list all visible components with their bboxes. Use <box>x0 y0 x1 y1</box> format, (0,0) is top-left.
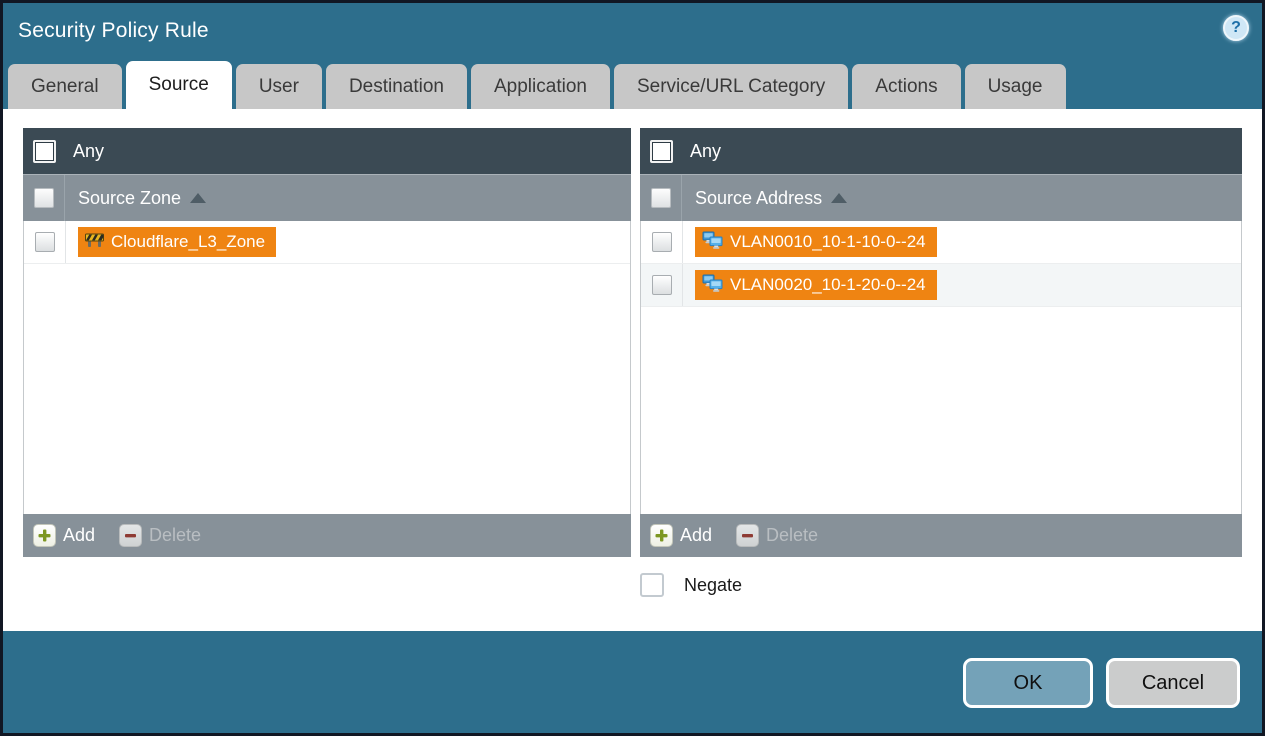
source-zone-column-header[interactable]: Source Zone <box>23 175 631 221</box>
source-zone-any-checkbox[interactable] <box>33 139 56 163</box>
negate-label: Negate <box>684 574 743 595</box>
dialog-footer: OK Cancel <box>3 631 1262 730</box>
tab-actions[interactable]: Actions <box>852 64 961 109</box>
tab-user[interactable]: User <box>235 64 322 109</box>
add-button[interactable]: Add <box>650 524 712 547</box>
negate-checkbox[interactable] <box>640 573 664 597</box>
source-address-item[interactable]: VLAN0010_10-1-10-0--24 <box>695 227 937 257</box>
source-zone-select-all-checkbox[interactable] <box>33 188 54 208</box>
row-checkbox[interactable] <box>34 232 55 252</box>
delete-icon <box>736 524 760 547</box>
source-zone-header-label: Source Zone <box>78 187 182 208</box>
delete-button[interactable]: Delete <box>736 524 818 547</box>
source-zone-any-label: Any <box>73 140 105 161</box>
sort-asc-icon <box>831 193 848 203</box>
zone-icon <box>85 232 104 253</box>
source-zone-item[interactable]: Cloudflare_L3_Zone <box>78 227 277 257</box>
add-icon <box>650 524 673 547</box>
address-icon <box>702 231 723 254</box>
delete-button[interactable]: Delete <box>119 524 201 547</box>
address-icon <box>702 274 723 297</box>
source-address-item-label: VLAN0020_10-1-20-0--24 <box>730 275 926 294</box>
tab-service-url-category[interactable]: Service/URL Category <box>613 64 849 109</box>
source-address-panel: Any Source Address VLAN0010_10-1-10-0--2… <box>640 128 1242 557</box>
source-address-any-label: Any <box>690 140 722 161</box>
titlebar: Security Policy Rule ? <box>3 3 1262 61</box>
source-address-any-bar: Any <box>640 128 1242 175</box>
add-button[interactable]: Add <box>33 524 95 547</box>
source-zone-toolbar: Add Delete <box>23 514 631 557</box>
row-checkbox[interactable] <box>651 232 672 252</box>
source-address-any-checkbox[interactable] <box>650 139 673 163</box>
tab-general[interactable]: General <box>8 64 122 109</box>
tab-destination[interactable]: Destination <box>325 64 467 109</box>
tab-usage[interactable]: Usage <box>964 64 1066 109</box>
table-row: VLAN0010_10-1-10-0--24 <box>641 221 1241 264</box>
source-zone-item-label: Cloudflare_L3_Zone <box>111 232 266 251</box>
source-address-item-label: VLAN0010_10-1-10-0--24 <box>730 232 926 251</box>
row-checkbox[interactable] <box>651 275 672 295</box>
cancel-button[interactable]: Cancel <box>1106 658 1240 708</box>
source-address-item[interactable]: VLAN0020_10-1-20-0--24 <box>695 270 937 300</box>
help-icon[interactable]: ? <box>1223 15 1249 41</box>
source-address-column-header[interactable]: Source Address <box>640 175 1242 221</box>
tab-bar: General Source User Destination Applicat… <box>3 61 1262 109</box>
source-address-select-all-checkbox[interactable] <box>650 188 671 208</box>
source-zone-panel: Any Source Zone Cloudflare_L3_Zone Add D… <box>23 128 631 557</box>
source-zone-list: Cloudflare_L3_Zone <box>23 221 631 514</box>
source-address-toolbar: Add Delete <box>640 514 1242 557</box>
source-tab-content: Any Source Zone Cloudflare_L3_Zone Add D… <box>3 109 1262 631</box>
sort-asc-icon <box>190 193 207 203</box>
table-row: VLAN0020_10-1-20-0--24 <box>641 264 1241 307</box>
add-icon <box>33 524 56 547</box>
negate-row: Negate <box>640 573 1242 597</box>
source-address-header-label: Source Address <box>695 187 823 208</box>
table-row: Cloudflare_L3_Zone <box>24 221 630 264</box>
tab-application[interactable]: Application <box>471 64 610 109</box>
delete-icon <box>119 524 143 547</box>
source-zone-any-bar: Any <box>23 128 631 175</box>
tab-source[interactable]: Source <box>125 61 232 109</box>
dialog-title: Security Policy Rule <box>18 19 209 42</box>
security-policy-rule-dialog: Security Policy Rule ? General Source Us… <box>0 0 1265 736</box>
source-address-list: VLAN0010_10-1-10-0--24 VLAN0020_10-1-20-… <box>640 221 1242 514</box>
ok-button[interactable]: OK <box>963 658 1093 708</box>
